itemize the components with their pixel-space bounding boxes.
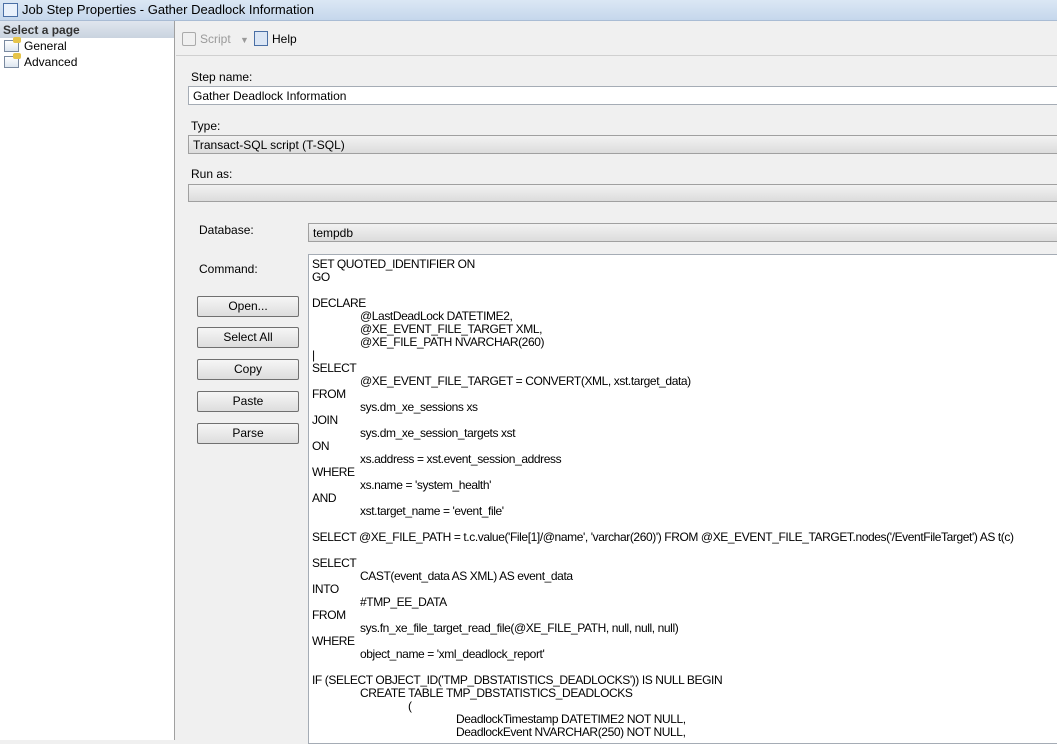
step-name-input[interactable]: Gather Deadlock Information [188,86,1057,105]
page-icon [4,37,21,52]
command-line: sys.fn_xe_file_target_read_file(@XE_FILE… [360,621,679,635]
command-line: SELECT @XE_FILE_PATH = t.c.value('File[1… [312,530,1014,544]
script-icon [182,32,196,46]
select-page-header: Select a page [0,21,174,38]
command-line: CREATE TABLE TMP_DBSTATISTICS_DEADLOCKS [360,686,633,700]
command-line [312,544,1057,557]
command-line: @XE_EVENT_FILE_TARGET = CONVERT(XML, xst… [360,374,691,388]
step-name-label: Step name: [191,70,253,84]
title-bar: Job Step Properties - Gather Deadlock In… [0,0,1057,21]
command-line: @XE_FILE_PATH NVARCHAR(260) [360,335,545,349]
script-button[interactable]: Script ▼ [182,30,249,48]
select-all-button[interactable]: Select All [197,327,299,348]
command-line: xs.name = 'system_health' [360,478,491,492]
sidebar-item-general[interactable]: General [0,37,174,54]
command-line: | [312,348,315,362]
type-label: Type: [191,119,221,133]
window-title: Job Step Properties - Gather Deadlock In… [22,2,314,17]
run-as-select[interactable] [188,184,1057,202]
database-label: Database: [199,223,254,237]
command-line: object_name = 'xml_deadlock_report' [360,647,545,661]
help-button[interactable]: Help [254,30,297,48]
page-icon [4,53,21,68]
command-line: xs.address = xst.event_session_address [360,452,562,466]
command-line: sys.dm_xe_sessions xs [360,400,478,414]
type-select[interactable]: Transact-SQL script (T-SQL) [188,135,1057,154]
command-line: GO [312,270,330,284]
command-line: SET QUOTED_IDENTIFIER ON [312,257,475,271]
sidebar-item-label: General [24,39,67,53]
command-line: CAST(event_data AS XML) AS event_data [360,569,573,583]
command-line [312,284,1057,297]
help-icon [254,31,268,46]
help-label: Help [272,32,297,46]
command-line: #TMP_EE_DATA [360,595,447,609]
command-label: Command: [199,262,258,276]
page-selector: Select a page General Advanced [0,21,175,740]
command-editor[interactable]: SET QUOTED_IDENTIFIER ON GO DECLARE @LastDe… [308,254,1057,744]
command-line: xst.target_name = 'event_file' [360,504,504,518]
command-line: DeadlockEvent NVARCHAR(250) NOT NULL, [456,725,686,739]
app-icon [3,3,18,17]
parse-button[interactable]: Parse [197,423,299,444]
database-select[interactable]: tempdb [308,223,1057,242]
copy-button[interactable]: Copy [197,359,299,380]
toolbar: Script ▼ Help [176,21,1057,56]
dropdown-arrow-icon[interactable]: ▼ [240,35,249,45]
open-button[interactable]: Open... [197,296,299,317]
sidebar-item-advanced[interactable]: Advanced [0,53,174,70]
command-line: sys.dm_xe_session_targets xst [360,426,516,440]
run-as-label: Run as: [191,167,233,181]
paste-button[interactable]: Paste [197,391,299,412]
sidebar-item-label: Advanced [24,55,78,69]
script-label: Script [200,32,231,46]
